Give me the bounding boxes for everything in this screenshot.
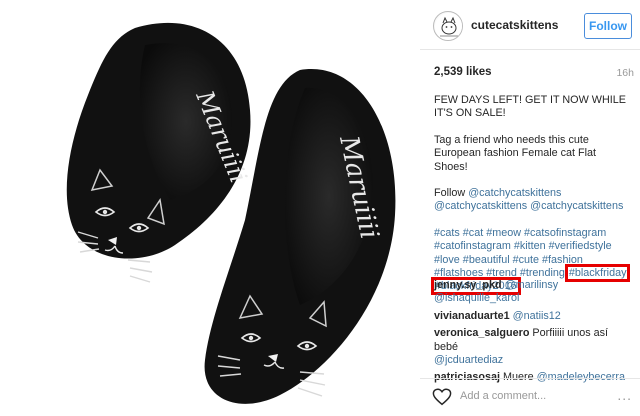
mention-link[interactable]: @catchycatskittens <box>468 187 561 199</box>
post-username[interactable]: cutecatskittens <box>471 18 558 32</box>
cat-flat-shoes-image: Maruiiii Maruiiii <box>66 22 396 404</box>
mention-link[interactable]: @catchycatskittens <box>434 200 527 212</box>
comment-item: vivianaduarte1 @natiis12 <box>434 310 634 323</box>
left-shoe: Maruiiii <box>66 22 253 283</box>
comment-item: jenny.sy_pkd @marilinsy @ishaquille_karo… <box>434 279 634 306</box>
comment-mention[interactable]: @marilinsy <box>505 279 559 291</box>
follow-prefix: Follow <box>434 187 469 200</box>
comment-username[interactable]: veronica_salguero <box>434 327 529 339</box>
post-photo[interactable]: Maruiiii Maruiiii <box>0 0 410 416</box>
hashtag-blackfriday[interactable]: #blackfriday <box>564 264 631 283</box>
comment-mention[interactable]: @jcduartediaz <box>434 354 503 366</box>
post-caption: FEW DAYS LEFT! GET IT NOW WHILE IT'S ON … <box>431 94 631 296</box>
post-sidebar: cutecatskittens Follow 2,539 likes 16h F… <box>420 0 640 416</box>
likes-count[interactable]: 2,539 likes <box>434 66 492 78</box>
follow-button[interactable]: Follow <box>584 13 632 39</box>
caption-line-1: FEW DAYS LEFT! GET IT NOW WHILE IT'S ON … <box>434 94 626 120</box>
avatar[interactable] <box>433 11 463 41</box>
comment-username[interactable]: jenny.sy_pkd <box>434 279 502 291</box>
post-header: cutecatskittens Follow <box>420 0 640 50</box>
add-comment-input[interactable]: Add a comment... <box>460 390 546 402</box>
comment-username[interactable]: vivianaduarte1 <box>434 310 510 322</box>
post-time[interactable]: 16h <box>616 67 634 79</box>
mention-link[interactable]: @catchycatskittens <box>530 200 623 212</box>
comment-mention[interactable]: @ishaquille_karol <box>434 292 519 304</box>
likes-row: 2,539 likes 16h <box>434 66 634 82</box>
cat-logo-icon <box>435 13 462 40</box>
heart-icon[interactable] <box>432 388 452 406</box>
caption-follow-line: Follow @catchycatskittens @catchycatskit… <box>434 187 630 214</box>
more-options-icon[interactable]: ... <box>617 387 632 403</box>
comment-list: jenny.sy_pkd @marilinsy @ishaquille_karo… <box>434 279 634 389</box>
comment-item: veronica_salguero Porfiiiii unos así beb… <box>434 327 634 367</box>
comment-mention[interactable]: @natiis12 <box>513 310 561 322</box>
post-footer: Add a comment... ... <box>420 378 640 416</box>
caption-line-2: Tag a friend who needs this cute Europea… <box>434 133 597 173</box>
